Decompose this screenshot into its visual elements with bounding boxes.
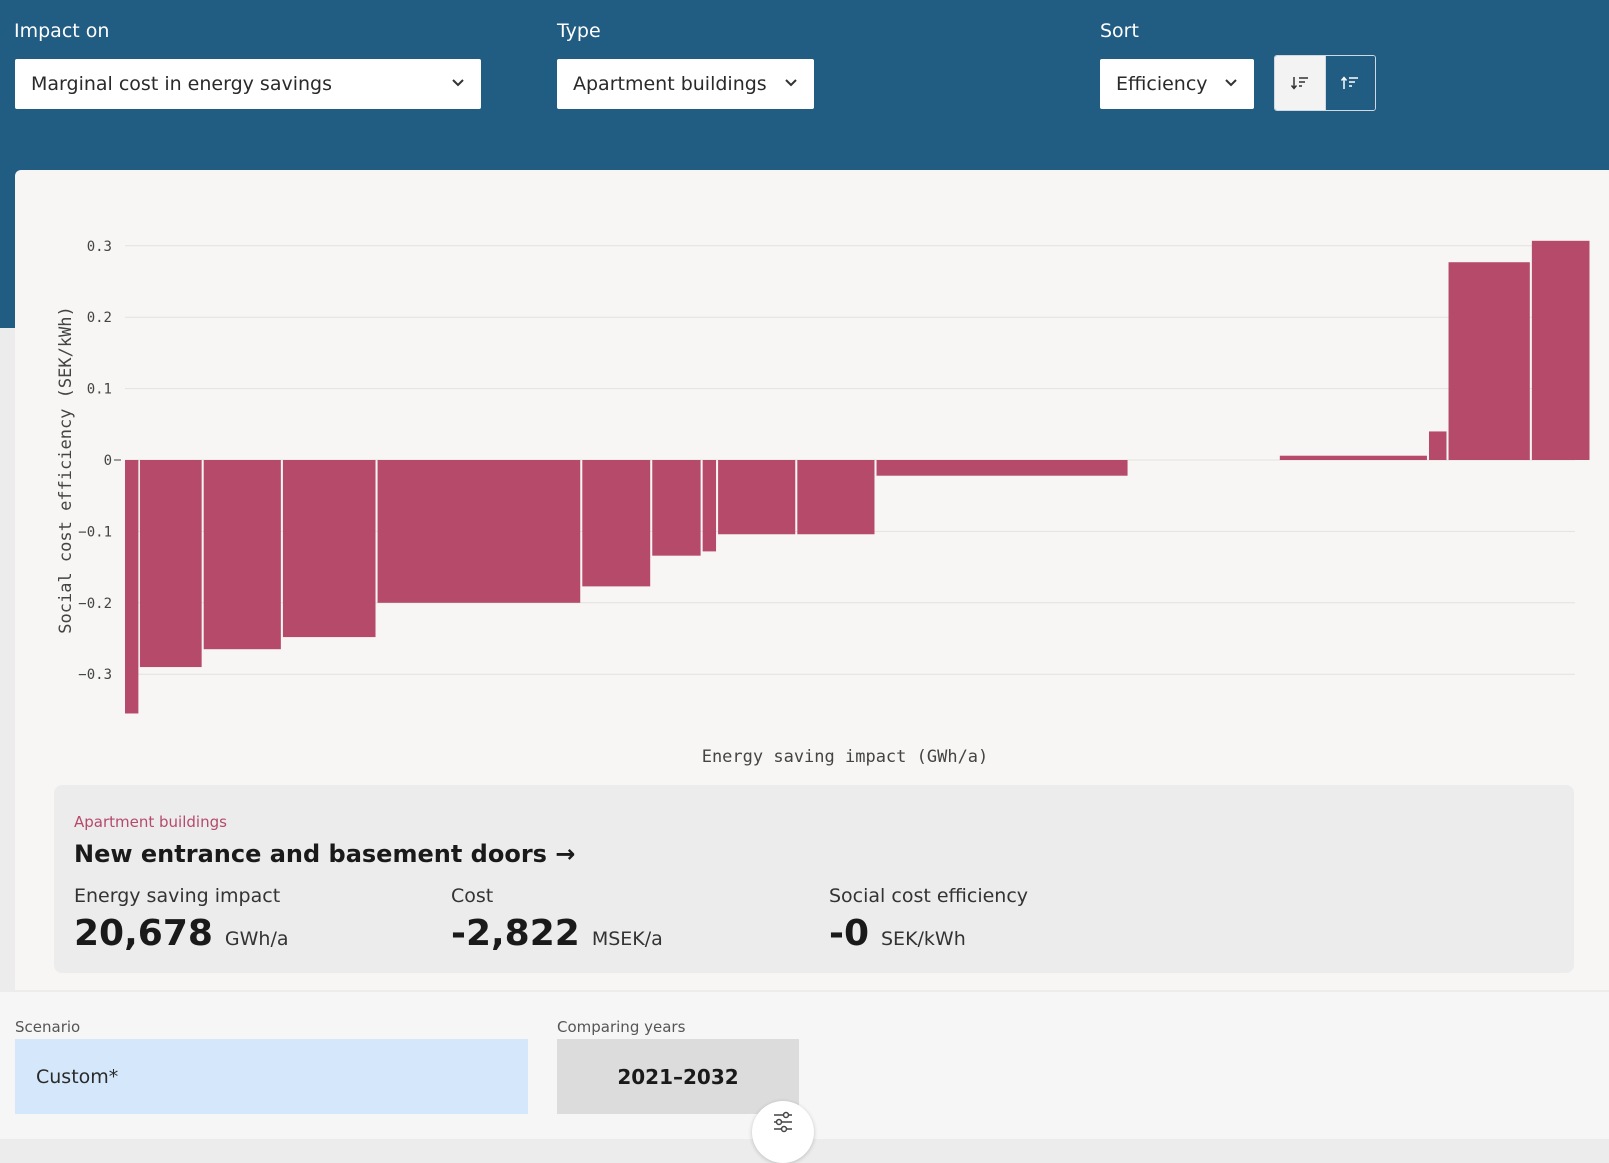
metric-value: 20,678 (74, 913, 213, 954)
chart-bar[interactable] (702, 460, 717, 552)
sort-descending-icon (1290, 77, 1308, 90)
y-tick-label: −0.2 (78, 596, 112, 612)
sort-select-value: Efficiency (1116, 73, 1208, 95)
type-select[interactable]: Apartment buildings (557, 59, 814, 109)
metric-energy-saving: Energy saving impact 20,678 GWh/a (74, 885, 289, 954)
metric-cost: Cost -2,822 MSEK/a (451, 885, 663, 954)
chevron-down-icon (784, 76, 798, 92)
scenario-select[interactable]: Custom* (15, 1039, 528, 1114)
y-tick-label: −0.1 (78, 524, 112, 540)
chevron-down-icon (451, 76, 465, 92)
years-value: 2021–2032 (617, 1064, 739, 1089)
metric-value: -2,822 (451, 913, 580, 954)
metric-label: Energy saving impact (74, 885, 281, 907)
type-select-value: Apartment buildings (573, 73, 767, 95)
chart-bar[interactable] (1531, 240, 1590, 460)
chevron-down-icon (1224, 76, 1238, 92)
impact-select[interactable]: Marginal cost in energy savings (15, 59, 481, 109)
chart-bar[interactable] (797, 460, 875, 535)
metric-unit: MSEK/a (591, 928, 663, 950)
chart-bar[interactable] (203, 460, 281, 650)
chart-bar[interactable] (582, 460, 651, 587)
metric-social-cost-efficiency: Social cost efficiency -0 SEK/kWh (829, 885, 1028, 954)
impact-select-value: Marginal cost in energy savings (31, 73, 332, 95)
scenario-label: Scenario (15, 1018, 81, 1036)
sort-direction-toggle (1274, 55, 1376, 111)
type-label: Type (557, 20, 601, 42)
metric-value: -0 (829, 913, 869, 954)
years-select[interactable]: 2021–2032 (557, 1039, 799, 1114)
efficiency-chart: 0.3 0.2 0.1 0 −0.1 −0.2 −0.3 Social cost effici… (56, 239, 1590, 767)
y-tick-label: −0.3 (78, 667, 112, 683)
chart-bar[interactable] (139, 460, 202, 668)
y-axis-title: Social cost efficiency (SEK/kWh) (56, 306, 76, 634)
measure-category: Apartment buildings (74, 813, 227, 831)
chart-bar[interactable] (282, 460, 376, 638)
chart-bar[interactable] (1448, 262, 1530, 460)
impact-label: Impact on (14, 20, 110, 42)
sort-ascending-button[interactable] (1324, 56, 1375, 110)
sort-label: Sort (1100, 20, 1139, 42)
y-tick-label: 0.1 (87, 382, 112, 398)
y-tick-label: 0.3 (87, 239, 112, 255)
sliders-icon (774, 1111, 792, 1133)
scenario-bar: Scenario Custom* Comparing years 2021–20… (0, 992, 1609, 1163)
measure-title-link[interactable]: New entrance and basement doors → (74, 840, 575, 868)
y-tick-label: 0 (104, 453, 112, 469)
scenario-value: Custom* (36, 1065, 119, 1088)
chart-bar[interactable] (718, 460, 796, 535)
chart-bar[interactable] (1279, 455, 1427, 460)
chart-bar[interactable] (1428, 431, 1447, 460)
metric-unit: SEK/kWh (881, 928, 966, 950)
chart-bar[interactable] (377, 460, 581, 603)
metric-unit: GWh/a (224, 928, 289, 950)
chart-bar[interactable] (876, 460, 1128, 476)
sort-descending-button[interactable] (1275, 56, 1325, 110)
x-axis-title: Energy saving impact (GWh/a) (702, 747, 989, 767)
chart-bar[interactable] (652, 460, 701, 556)
metric-label: Social cost efficiency (829, 885, 1029, 907)
years-label: Comparing years (557, 1018, 686, 1036)
chart-bar[interactable] (125, 460, 139, 714)
filter-settings-button[interactable] (752, 1101, 814, 1163)
metric-label: Cost (451, 885, 494, 907)
chart-panel: 0.3 0.2 0.1 0 −0.1 −0.2 −0.3 Social cost effici… (15, 170, 1609, 990)
sort-ascending-icon (1341, 76, 1359, 89)
y-tick-label: 0.2 (87, 310, 112, 326)
sort-select[interactable]: Efficiency (1100, 59, 1254, 109)
measure-info-card: Apartment buildings New entrance and bas… (54, 785, 1574, 973)
